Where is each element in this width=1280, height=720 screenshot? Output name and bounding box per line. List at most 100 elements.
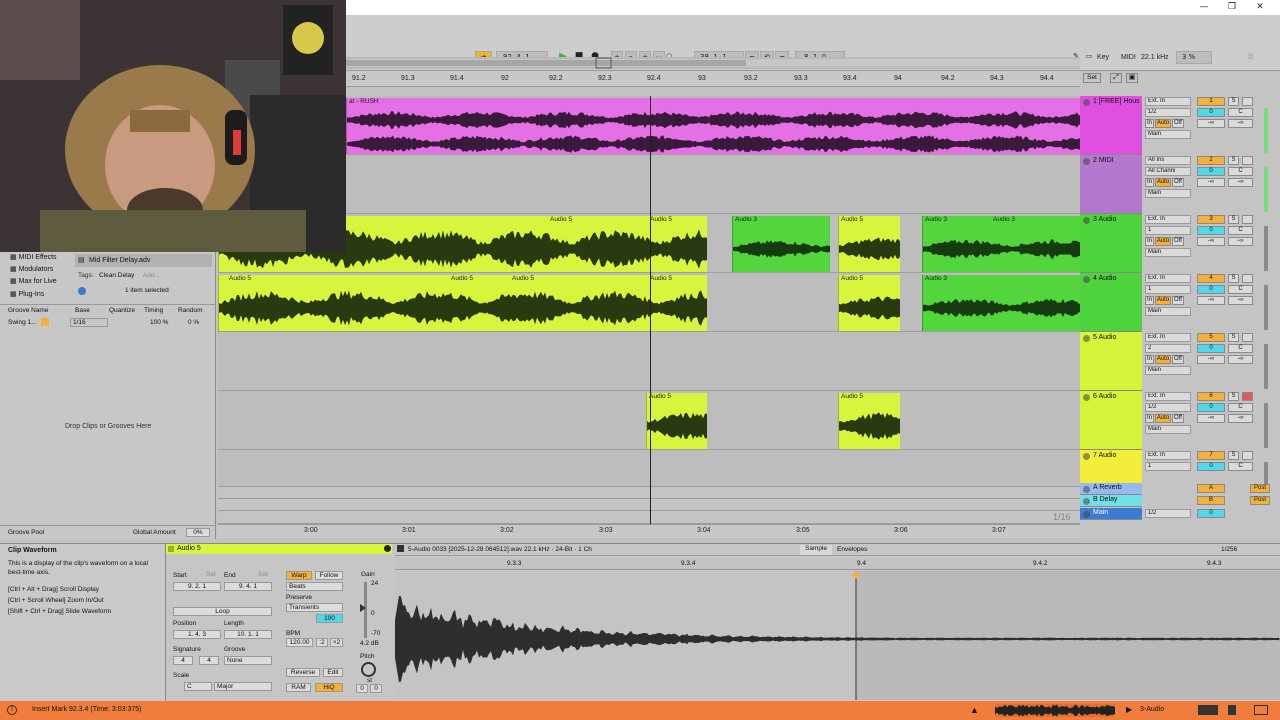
track-lane-6[interactable]: Audio 5 Audio 5 <box>218 391 1080 450</box>
monitor-off-button[interactable]: Off <box>1172 178 1184 187</box>
track-header-1[interactable]: 1 [FREE] Hous <box>1080 96 1142 155</box>
monitor-auto-button[interactable]: Auto <box>1155 414 1171 423</box>
loop-length-field[interactable]: 10. 1. 1 <box>224 630 272 639</box>
loop-button[interactable]: Loop <box>173 607 272 616</box>
main-track-header[interactable]: Main <box>1080 508 1142 520</box>
audio-input-type-select[interactable]: Ext. In <box>1145 274 1191 283</box>
clip-start-field[interactable]: 9. 2. 1 <box>173 582 221 591</box>
pan-field[interactable]: C <box>1228 108 1253 117</box>
pre-post-button[interactable]: Post <box>1250 496 1270 505</box>
audio-output-select[interactable]: Main <box>1145 248 1191 257</box>
monitor-off-button[interactable]: Off <box>1172 414 1184 423</box>
pitch-semitones-field[interactable]: 0 <box>356 684 368 693</box>
monitor-auto-button[interactable]: Auto <box>1155 296 1171 305</box>
arm-button[interactable] <box>1242 215 1253 224</box>
warp-mode-select[interactable]: Beats <box>286 582 343 591</box>
pan-field[interactable]: C <box>1228 167 1253 176</box>
transient-envelope-field[interactable]: 100 <box>316 614 343 623</box>
audio-input-type-select[interactable]: Ext. In <box>1145 97 1191 106</box>
audio-output-select[interactable]: Main <box>1145 189 1191 198</box>
global-amount-field[interactable]: 0% <box>186 528 210 537</box>
arm-button[interactable] <box>1242 333 1253 342</box>
solo-button[interactable]: S <box>1228 333 1239 342</box>
monitor-off-button[interactable]: Off <box>1172 237 1184 246</box>
set-button[interactable]: Set <box>1083 73 1101 83</box>
volume-field[interactable]: 0 <box>1197 226 1225 235</box>
monitor-in-button[interactable]: In <box>1145 355 1154 364</box>
return-activator-button[interactable]: B <box>1197 496 1225 505</box>
signature-numerator[interactable]: 4 <box>173 656 193 665</box>
audio-output-select[interactable]: Main <box>1145 425 1191 434</box>
track-lane-2[interactable] <box>218 155 1080 214</box>
solo-button[interactable]: S <box>1228 97 1239 106</box>
arm-button[interactable] <box>1242 97 1253 106</box>
clip-panel-toggle-icon[interactable] <box>384 545 391 552</box>
main-lane[interactable]: 1/16 <box>218 511 1080 524</box>
input-channel-select[interactable]: 1 <box>1145 285 1191 294</box>
arm-button[interactable] <box>1242 274 1253 283</box>
pan-field[interactable]: C <box>1228 285 1253 294</box>
arm-button[interactable] <box>1242 156 1253 165</box>
solo-button[interactable]: S <box>1228 274 1239 283</box>
monitor-in-button[interactable]: In <box>1145 414 1154 423</box>
main-volume-field[interactable]: 0 <box>1197 509 1225 518</box>
audio-output-select[interactable]: Main <box>1145 307 1191 316</box>
audio-input-type-select[interactable]: All Ins <box>1145 156 1191 165</box>
track-fold-icon[interactable] <box>1083 217 1090 224</box>
clip-activator-icon[interactable] <box>168 546 174 552</box>
ram-button[interactable]: RAM <box>286 683 311 692</box>
sample-ruler[interactable]: 9.3.3 9.3.4 9.4 9.4.2 9.4.3 <box>395 558 1280 570</box>
input-channel-select[interactable]: 1 <box>1145 462 1191 471</box>
send-level-field[interactable]: -∞ <box>1228 296 1253 305</box>
return-activator-button[interactable]: A <box>1197 484 1225 493</box>
browser-file-item[interactable]: ▤ Mid Filter Delay.adv <box>75 254 212 267</box>
input-channel-select[interactable]: 2 <box>1145 344 1191 353</box>
overview-strip[interactable] <box>346 57 1080 69</box>
solo-button[interactable]: S <box>1228 215 1239 224</box>
audio-output-select[interactable]: Main <box>1145 130 1191 139</box>
audio-input-type-select[interactable]: Ext. In <box>1145 451 1191 460</box>
audio-input-type-select[interactable]: Ext. In <box>1145 333 1191 342</box>
sample-waveform-display[interactable] <box>395 571 1280 700</box>
restore-button[interactable]: ❐ <box>1224 1 1240 13</box>
browser-category-midi-effects[interactable]: ▦ MIDI Effects <box>10 252 57 263</box>
input-channel-select[interactable]: 1 <box>1145 226 1191 235</box>
tab-sample[interactable]: Sample <box>800 545 833 555</box>
browser-category-plug-ins[interactable]: ▦ Plug-Ins <box>10 289 44 300</box>
track-fold-icon[interactable] <box>1083 335 1090 342</box>
computer-keyboard-icon[interactable]: ▭ <box>1083 51 1095 64</box>
browser-category-max-for-live[interactable]: ▦ Max for Live <box>10 276 57 287</box>
send-level-field[interactable]: -∞ <box>1228 178 1253 187</box>
end-set-button[interactable]: Set <box>258 571 268 578</box>
keyboard-icon[interactable] <box>1198 705 1218 715</box>
send-level-field[interactable]: -∞ <box>1228 414 1253 423</box>
audio-clip-track4-a[interactable]: Audio 5 Audio 5 Audio 5 Audio 5 <box>218 275 707 331</box>
return-track-header[interactable]: A Reverb <box>1080 483 1142 495</box>
scale-root-select[interactable]: C <box>184 682 212 691</box>
send-level-field[interactable]: -∞ <box>1197 414 1225 423</box>
pan-field[interactable]: C <box>1228 462 1253 471</box>
track-header-4[interactable]: 4 Audio <box>1080 273 1142 332</box>
warp-button[interactable]: Warp <box>286 571 312 580</box>
track-lane-3[interactable]: Audio 5 Audio 5 Audio 3 Audio 5 Audio 3 … <box>218 214 1080 273</box>
pan-field[interactable]: C <box>1228 403 1253 412</box>
send-level-field[interactable]: -∞ <box>1197 119 1225 128</box>
time-ruler[interactable]: 3:00 3:01 3:02 3:03 3:04 3:05 3:06 3:07 <box>218 524 1080 538</box>
monitor-in-button[interactable]: In <box>1145 119 1154 128</box>
monitor-off-button[interactable]: Off <box>1172 296 1184 305</box>
return-lane-b[interactable] <box>218 499 1080 511</box>
add-tag-button[interactable]: Add... <box>143 272 160 279</box>
input-channel-select[interactable]: 1/2 <box>1145 403 1191 412</box>
monitor-auto-button[interactable]: Auto <box>1155 237 1171 246</box>
volume-field[interactable]: 0 <box>1197 344 1225 353</box>
audio-output-select[interactable]: Main <box>1145 366 1191 375</box>
track-activator-button[interactable]: 7 <box>1197 451 1225 460</box>
track-activator-button[interactable]: 6 <box>1197 392 1225 401</box>
volume-field[interactable]: 0 <box>1197 108 1225 117</box>
loop-position-field[interactable]: 1. 4. 3 <box>173 630 221 639</box>
key-map-button[interactable]: Key <box>1097 52 1109 63</box>
monitor-off-button[interactable]: Off <box>1172 119 1184 128</box>
groove-select[interactable]: None <box>224 656 272 665</box>
track-header-2[interactable]: 2 MIDI <box>1080 155 1142 214</box>
audio-clip-track3-b[interactable]: Audio 3 <box>732 216 830 272</box>
